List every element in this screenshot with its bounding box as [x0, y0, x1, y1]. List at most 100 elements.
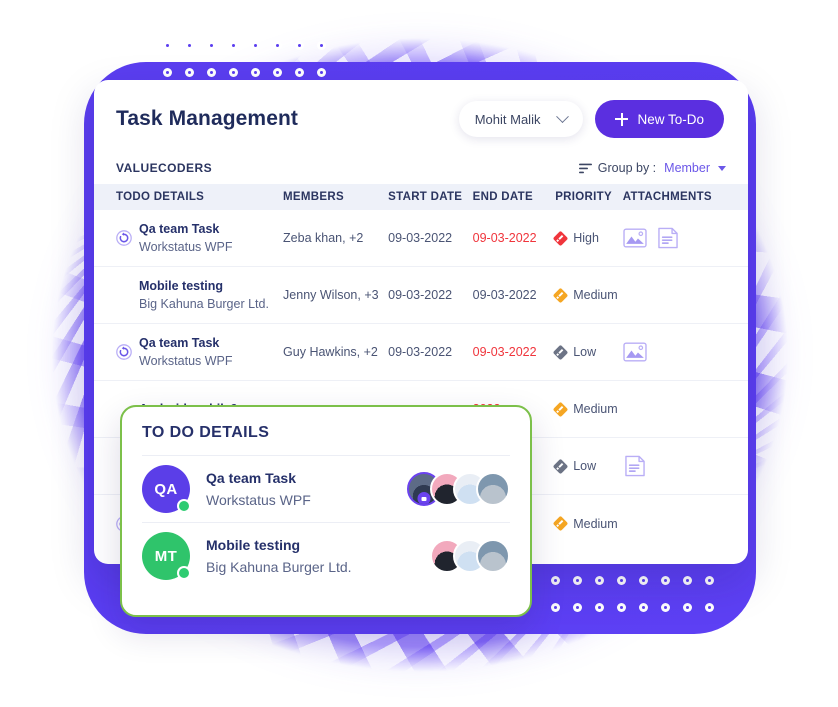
- cell-priority: Medium: [552, 515, 623, 532]
- priority-diamond-icon: [552, 515, 569, 532]
- group-by-label: Group by :: [597, 161, 657, 175]
- decorative-dot: [551, 603, 560, 612]
- table-row[interactable]: Mobile testing Big Kahuna Burger Ltd. Jenn…: [94, 267, 748, 324]
- table-row[interactable]: Qa team Task Workstatus WPF Zeba khan, +2 0…: [94, 210, 748, 267]
- filter-lines-icon: [578, 163, 592, 173]
- decorative-dot: [683, 576, 692, 585]
- new-todo-label: New To-Do: [637, 111, 704, 127]
- decorative-dot: [573, 576, 582, 585]
- todo-text-block: Qa team Task Workstatus WPF: [139, 220, 233, 256]
- decorative-dot: [295, 68, 304, 77]
- decorative-dot: [229, 41, 238, 50]
- document-attachment-icon[interactable]: [656, 226, 680, 250]
- table-row[interactable]: Qa team Task Workstatus WPF Guy Hawkins, +…: [94, 324, 748, 381]
- cell-start-date: 09-03-2022: [388, 288, 453, 302]
- todo-title: Qa team Task: [139, 221, 220, 236]
- cell-members: Guy Hawkins, +2: [283, 345, 378, 359]
- cell-end-date: 09-03-2022: [472, 231, 537, 245]
- priority-label: Low: [573, 345, 597, 359]
- decorative-dot: [273, 41, 282, 50]
- cell-priority: Low: [552, 344, 623, 360]
- cell-attachments: [623, 454, 726, 478]
- priority-label: Medium: [573, 516, 618, 531]
- decorative-dot: [683, 603, 692, 612]
- avatar: MT: [142, 532, 191, 580]
- table-header-row: TODO DETAILS MEMBERS START DATE END DATE…: [94, 184, 748, 210]
- member-avatar-stack[interactable]: [407, 472, 510, 506]
- decorative-dot: [229, 68, 238, 77]
- decorative-dot: [661, 576, 670, 585]
- member-avatar-stack[interactable]: [430, 539, 510, 573]
- detail-list-item[interactable]: MT Mobile testing Big Kahuna Burger Ltd.: [142, 522, 510, 589]
- priority-diamond-icon: [552, 230, 569, 246]
- app-header: Task Management Mohit Malik New To-Do: [94, 80, 748, 154]
- group-by-control[interactable]: Group by : Member: [578, 161, 726, 175]
- avatar-initials: QA: [154, 480, 178, 498]
- priority-diamond-icon: [552, 458, 569, 474]
- todo-details-title: TO DO DETAILS: [142, 424, 270, 441]
- page-title: Task Management: [116, 107, 298, 130]
- lock-badge-icon: [417, 492, 431, 504]
- detail-subtitle: Workstatus WPF: [206, 492, 311, 508]
- avatar-initials: MT: [154, 547, 178, 565]
- detail-list-item[interactable]: QA Qa team Task Workstatus WPF: [142, 455, 510, 522]
- decorative-dot: [595, 576, 604, 585]
- decorative-dot: [185, 41, 194, 50]
- sync-status-icon[interactable]: [116, 344, 132, 360]
- cell-priority: Medium: [552, 401, 623, 417]
- cell-attachments: [623, 226, 726, 250]
- decorative-dot: [551, 576, 560, 585]
- detail-subtitle: Big Kahuna Burger Ltd.: [206, 559, 352, 575]
- priority-diamond-icon: [552, 344, 569, 360]
- user-select-dropdown[interactable]: Mohit Malik: [458, 101, 584, 137]
- user-select-value: Mohit Malik: [474, 111, 541, 127]
- decorative-dot: [317, 68, 326, 77]
- sync-status-icon[interactable]: [116, 230, 132, 246]
- decorative-dot: [617, 603, 626, 612]
- column-header-members: MEMBERS: [283, 191, 344, 203]
- column-header-priority: PRIORITY: [555, 191, 612, 203]
- decorative-dot: [705, 576, 714, 585]
- caret-down-icon: [718, 165, 726, 171]
- cell-todo-details: Qa team Task Workstatus WPF: [116, 334, 283, 370]
- priority-label: Medium: [573, 402, 618, 416]
- decorative-dot: [273, 68, 282, 77]
- cell-start-date: 09-03-2022: [388, 345, 453, 359]
- decorative-dot: [163, 41, 172, 50]
- todo-details-list: QA Qa team Task Workstatus WPF MT Mobile tes…: [142, 455, 510, 589]
- presence-online-indicator: [177, 499, 191, 513]
- presence-online-indicator: [177, 566, 191, 580]
- decorative-dot: [595, 603, 604, 612]
- todo-details-popup-card: TO DO DETAILS QA Qa team Task Workstatus W…: [120, 405, 532, 617]
- detail-title: Mobile testing: [206, 536, 301, 553]
- document-attachment-icon[interactable]: [623, 454, 647, 478]
- priority-diamond-icon: [552, 401, 569, 417]
- cell-priority: High: [552, 230, 623, 246]
- decorative-dot: [705, 603, 714, 612]
- cell-members: Zeba khan, +2: [283, 231, 364, 245]
- chevron-down-icon: [556, 109, 570, 123]
- cell-priority: Medium: [552, 287, 623, 303]
- decorative-dot: [251, 41, 260, 50]
- cell-todo-details: Qa team Task Workstatus WPF: [116, 220, 283, 256]
- decorative-dot: [617, 576, 626, 585]
- image-attachment-icon[interactable]: [623, 340, 647, 364]
- avatar: QA: [142, 465, 191, 513]
- member-avatar: [476, 472, 510, 506]
- decorative-dot: [207, 41, 216, 50]
- cell-priority: Low: [552, 458, 623, 474]
- new-todo-button[interactable]: New To-Do: [595, 100, 724, 138]
- cell-start-date: 09-03-2022: [388, 231, 453, 245]
- column-header-end-date: END DATE: [472, 191, 533, 203]
- image-attachment-icon[interactable]: [623, 226, 647, 250]
- decorative-dot: [185, 68, 194, 77]
- detail-text-block: Mobile testing Big Kahuna Burger Ltd.: [206, 534, 414, 579]
- priority-label: High: [573, 231, 599, 245]
- todo-text-block: Qa team Task Workstatus WPF: [139, 334, 233, 370]
- column-header-todo-details: TODO DETAILS: [116, 191, 205, 203]
- group-bar: VALUECODERS Group by : Member: [94, 154, 748, 184]
- decorative-dot: [317, 41, 326, 50]
- priority-label: Low: [573, 459, 597, 473]
- todo-title: Mobile testing: [139, 278, 224, 293]
- priority-diamond-icon: [552, 287, 569, 303]
